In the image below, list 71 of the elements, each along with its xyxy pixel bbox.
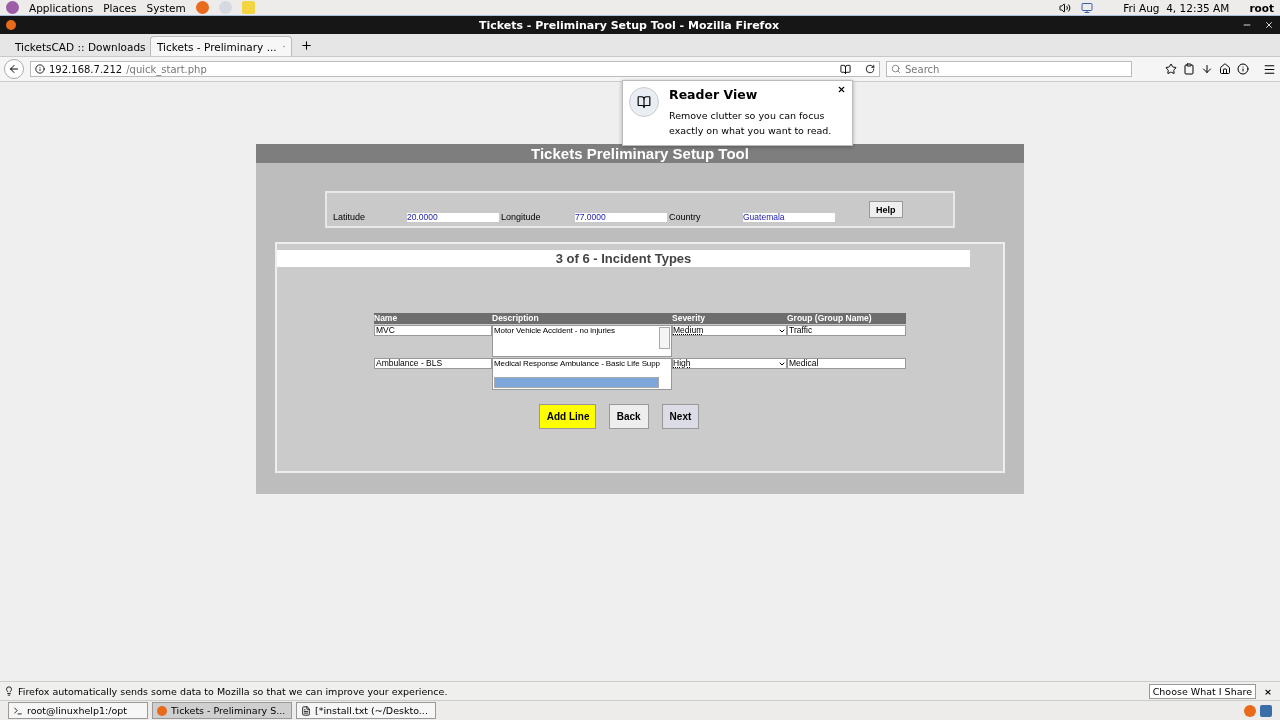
column-header: Name xyxy=(374,313,492,324)
column-header: Group (Group Name) xyxy=(787,313,906,324)
bookmark-star-icon[interactable] xyxy=(1165,63,1177,75)
taskbar-item[interactable]: Tickets - Preliminary S... xyxy=(152,702,292,719)
text-file-icon xyxy=(301,705,311,716)
back-arrow-icon xyxy=(8,63,20,75)
search-field[interactable]: Search xyxy=(886,61,1132,77)
address-field[interactable]: 192.168.7.212 /quick_start.php xyxy=(30,61,880,77)
window-title: Tickets - Preliminary Setup Tool - Mozilla Firefox xyxy=(477,18,781,32)
taskbar-item[interactable]: [*install.txt (~/Deskto... xyxy=(296,702,436,719)
menu-icon[interactable] xyxy=(1263,62,1276,76)
panel-menu[interactable]: Places xyxy=(103,1,137,14)
taskbar-item[interactable]: root@linuxhelp1:/opt xyxy=(8,702,148,719)
reload-icon[interactable] xyxy=(865,64,875,74)
browser-tab[interactable]: Tickets - Preliminary ... xyxy=(150,36,292,56)
help-button[interactable]: Help xyxy=(869,201,903,218)
input-field[interactable]: 77.0000 xyxy=(575,213,667,222)
clock[interactable]: Fri Aug 4, 12:35 AM xyxy=(1123,1,1230,14)
input-field[interactable]: Traffic xyxy=(787,325,906,336)
panel-menu[interactable]: Applications xyxy=(29,1,94,14)
popup-text: Remove clutter so you can focus exactly on what you want to read. xyxy=(669,109,833,138)
text-area[interactable]: Motor Vehicle Accident - no injuries xyxy=(492,325,672,357)
terminal-icon xyxy=(13,705,23,716)
volume-icon[interactable] xyxy=(1059,1,1072,14)
step-title: 3 of 6 - Incident Types xyxy=(277,250,970,267)
column-header: Description xyxy=(492,313,672,324)
notification-text: Firefox automatically sends some data to Mozilla so that we can improve your experience. xyxy=(18,685,448,697)
field-label: Country xyxy=(669,212,702,222)
firefox-icon[interactable] xyxy=(1244,704,1256,717)
download-icon[interactable] xyxy=(1201,63,1213,75)
home-icon[interactable] xyxy=(1219,63,1231,75)
form-button[interactable]: Add Line xyxy=(538,404,596,429)
form-button[interactable]: Back xyxy=(608,404,649,429)
clipboard-icon[interactable] xyxy=(1183,63,1195,75)
popup-title: Reader View xyxy=(669,87,758,102)
input-field[interactable]: MVC xyxy=(374,325,492,336)
firefox-icon[interactable] xyxy=(195,1,209,14)
vertical-scrollbar[interactable] xyxy=(659,327,670,349)
panel-menu[interactable]: System xyxy=(146,1,186,14)
url-host: 192.168.7.212 xyxy=(49,63,123,75)
text-area[interactable]: Medical Response Ambulance - Basic Life Supp xyxy=(492,358,672,390)
back-button[interactable] xyxy=(4,59,24,79)
input-field[interactable]: Guatemala xyxy=(743,213,835,222)
page-title: Tickets Preliminary Setup Tool xyxy=(256,144,1024,163)
info-icon[interactable] xyxy=(35,64,45,74)
close-button[interactable]: × xyxy=(1260,685,1276,697)
severity-select[interactable]: Medium xyxy=(672,325,787,336)
search-icon xyxy=(891,64,901,74)
reader-view-icon xyxy=(629,87,659,117)
search-placeholder: Search xyxy=(905,63,940,75)
input-field[interactable]: Ambulance - BLS xyxy=(374,358,492,369)
workspace-icon[interactable] xyxy=(1260,704,1272,717)
input-field[interactable]: 20.0000 xyxy=(407,213,499,222)
network-icon[interactable] xyxy=(1081,1,1094,14)
firefox-icon xyxy=(6,20,16,30)
field-label: Latitude xyxy=(333,212,367,222)
new-tab-icon[interactable] xyxy=(300,39,313,52)
browser-tab[interactable]: TicketsCAD :: Downloads xyxy=(8,36,150,56)
reader-view-icon[interactable] xyxy=(840,63,851,75)
firefox-icon xyxy=(157,705,167,716)
form-button[interactable]: Next xyxy=(661,404,700,429)
apps-icon[interactable] xyxy=(6,1,19,14)
user-name[interactable]: root xyxy=(1249,1,1274,14)
horizontal-scrollbar[interactable] xyxy=(494,377,659,388)
severity-select[interactable]: High xyxy=(672,358,787,369)
choose-button[interactable]: Choose What I Share xyxy=(1148,683,1257,699)
input-field[interactable]: Medical xyxy=(787,358,906,369)
column-header: Severity xyxy=(672,313,787,324)
lightbulb-icon xyxy=(4,686,14,696)
url-path: /quick_start.php xyxy=(126,63,208,75)
field-label: Longitude xyxy=(501,212,542,222)
